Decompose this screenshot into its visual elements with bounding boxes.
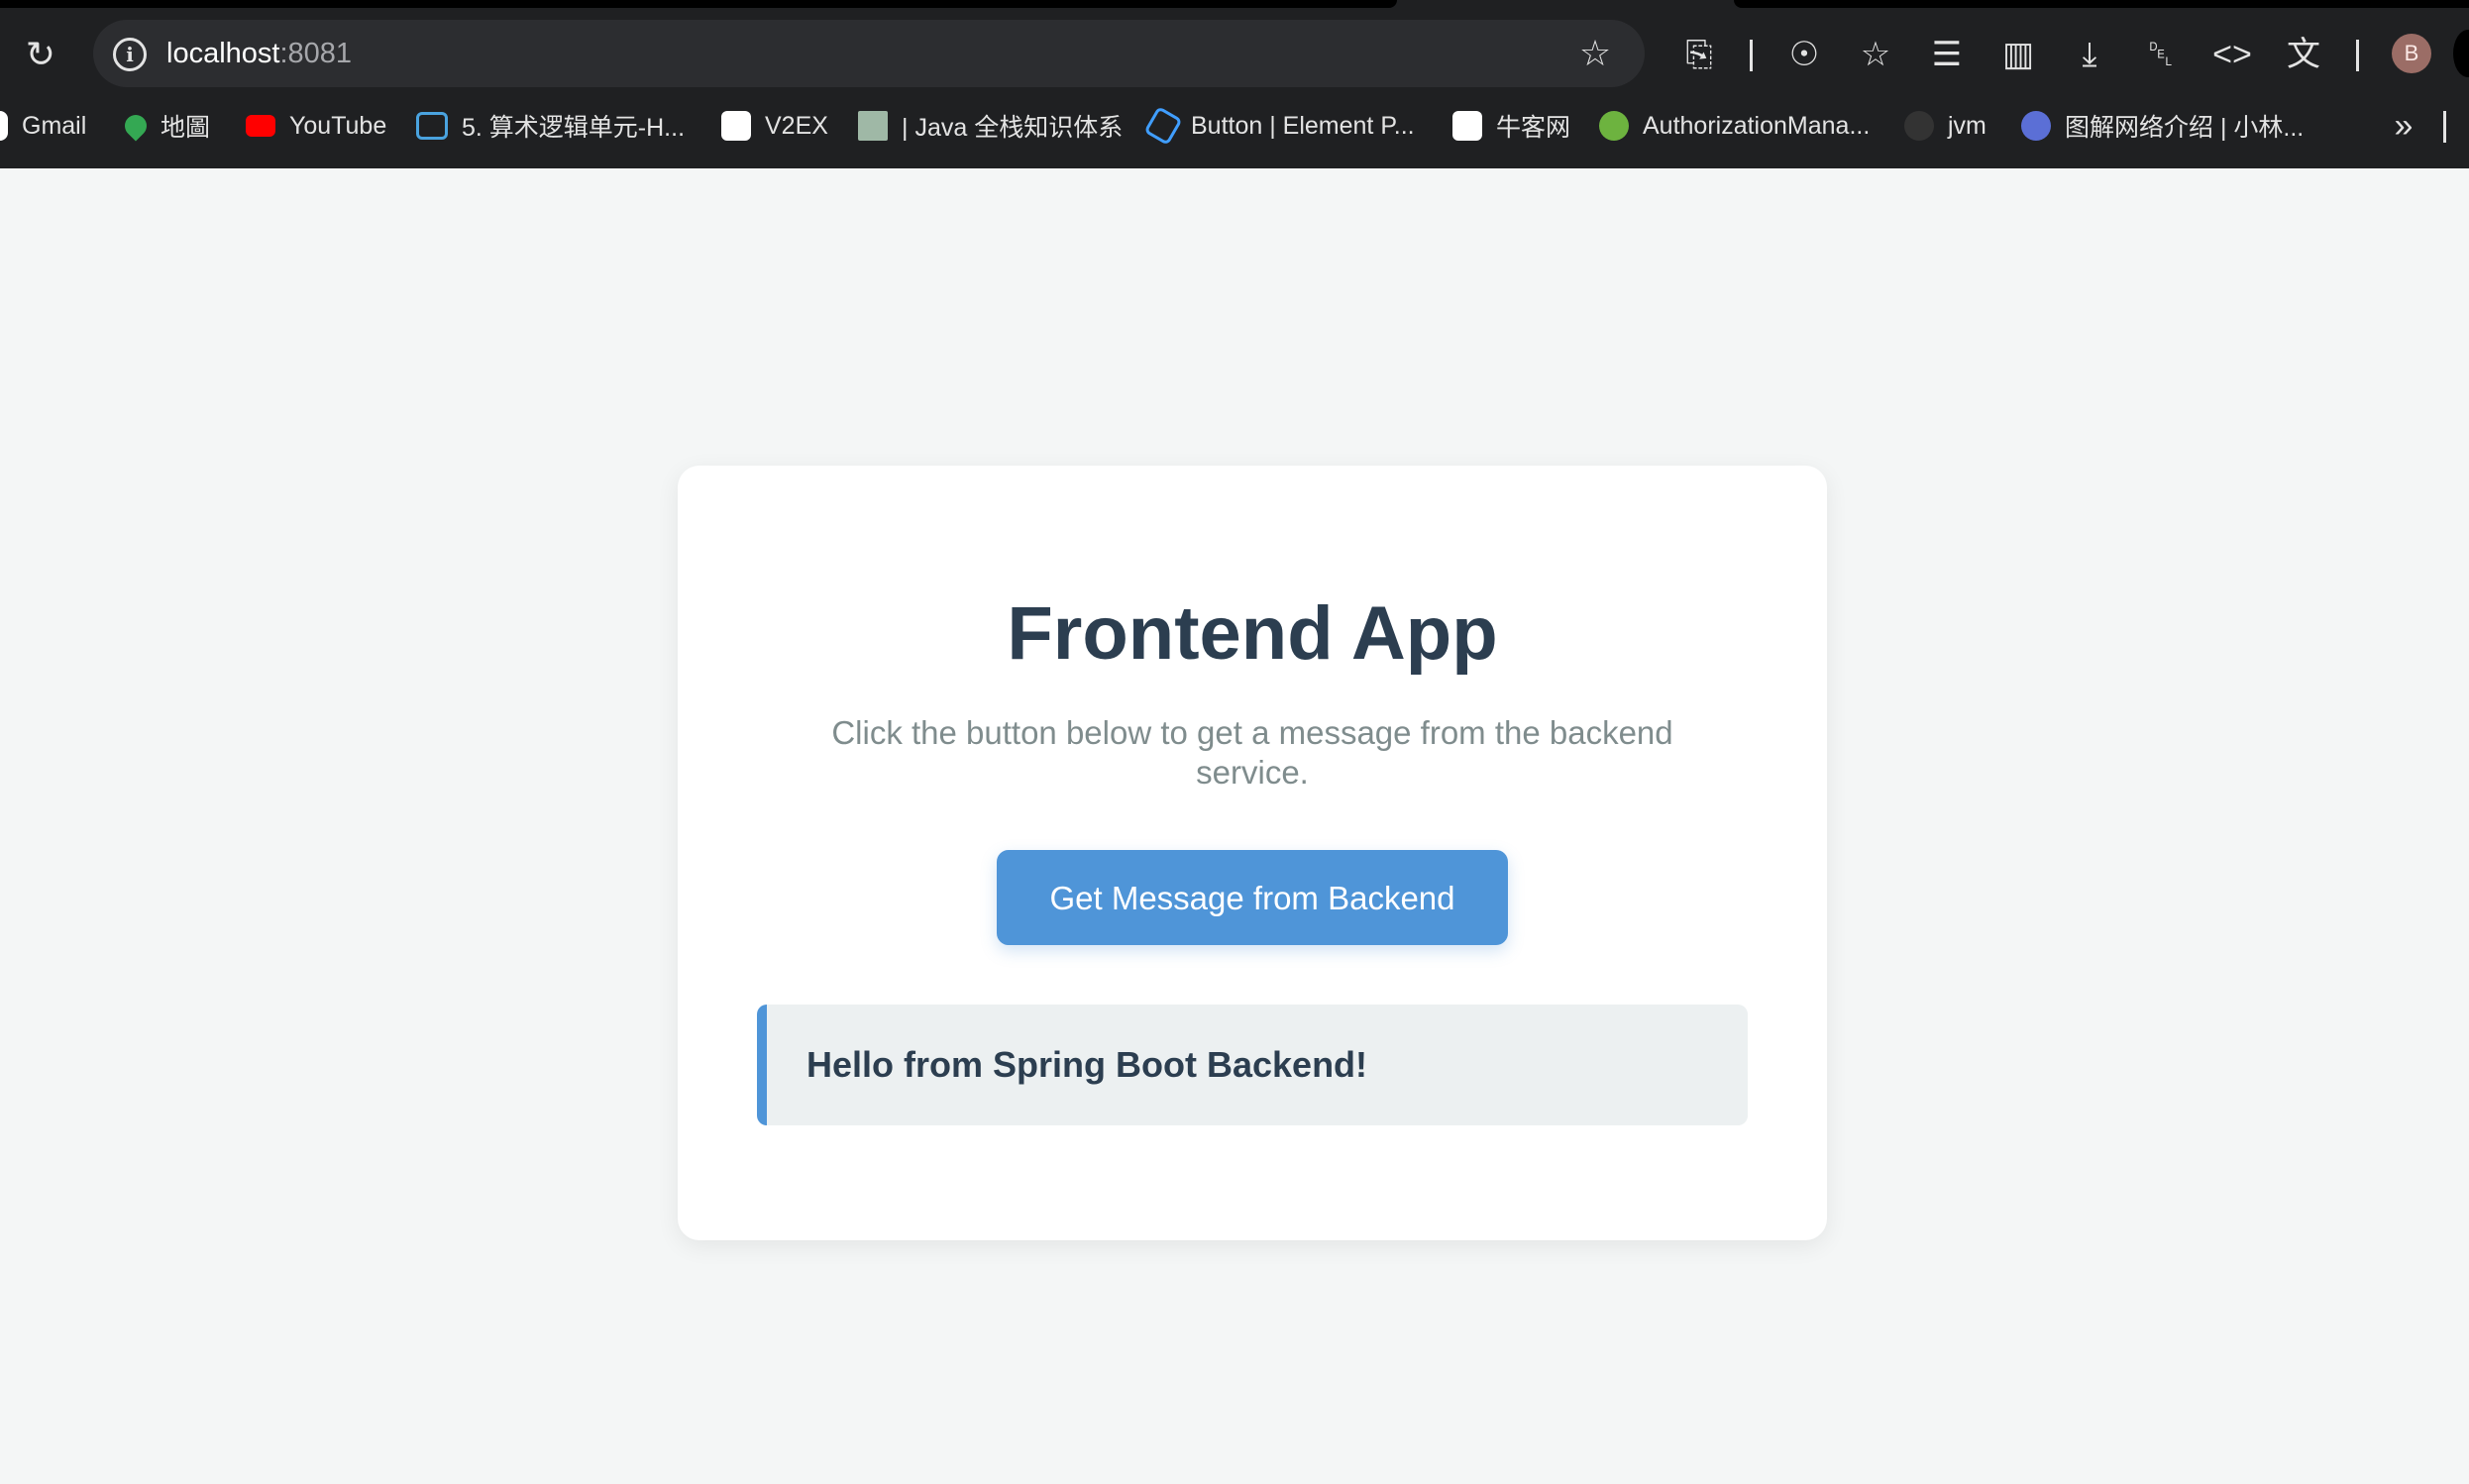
bookmark-label: V2EX — [765, 111, 828, 140]
message-box: Hello from Spring Boot Backend! — [757, 1005, 1748, 1125]
url-port: :8081 — [279, 38, 353, 69]
bookmark-bilibili[interactable]: 5. 算术逻辑单元-H... — [416, 103, 685, 149]
bookmarks-bar: Gmail 地圖 YouTube 5. 算术逻辑单元-H... V2EX | J… — [0, 103, 2469, 149]
bookmark-label: 牛客网 — [1496, 114, 1571, 142]
bookmark-label: 5. 算术逻辑单元-H... — [462, 114, 686, 142]
url-host: localhost — [166, 38, 280, 69]
java-site-icon — [858, 111, 888, 141]
page-title: Frontend App — [1007, 591, 1498, 676]
menu-edge — [2453, 30, 2469, 77]
get-message-button[interactable]: Get Message from Backend — [997, 850, 1508, 945]
toolbar-divider-2 — [2356, 40, 2359, 71]
toolbar-divider — [1750, 40, 1753, 71]
more-bookmarks-icon[interactable]: » — [2384, 103, 2423, 149]
github-icon — [1904, 111, 1934, 141]
bookmark-label: 图解网络介绍 | 小林... — [2065, 114, 2305, 142]
bookmark-jvm[interactable]: jvm — [1904, 103, 1986, 149]
bookmark-spring[interactable]: AuthorizationMana... — [1599, 103, 1870, 149]
bookmarks-divider — [2443, 111, 2446, 143]
spring-leaf-icon — [1599, 111, 1629, 141]
tab-strip — [0, 0, 1397, 8]
bookmark-label: 地圖 — [161, 114, 211, 142]
bilibili-icon — [416, 112, 448, 140]
reload-icon[interactable]: ↻ — [22, 36, 59, 73]
code-icon[interactable]: <> — [2209, 32, 2255, 77]
nowcoder-icon — [1452, 111, 1482, 141]
maps-pin-icon — [120, 110, 152, 142]
incognito-icon[interactable]: ☉ — [1781, 32, 1827, 77]
trash-icon[interactable]: ␡ — [2138, 32, 2184, 77]
v2ex-icon — [721, 111, 751, 141]
youtube-icon — [246, 115, 275, 137]
bookmark-label: Gmail — [22, 111, 87, 140]
bookmark-youtube[interactable]: YouTube — [246, 103, 386, 149]
xiaolin-icon — [2021, 111, 2051, 141]
element-icon — [1143, 106, 1183, 146]
download-icon[interactable]: ⤓ — [2067, 32, 2112, 77]
message-accent-bar — [757, 1005, 767, 1125]
app-card: Frontend App Click the button below to g… — [678, 466, 1827, 1240]
profile-avatar[interactable]: B — [2392, 34, 2431, 73]
bookmark-label: AuthorizationMana... — [1643, 111, 1871, 140]
favorites-icon[interactable]: ☆ — [1853, 32, 1898, 77]
bookmark-xiaolin[interactable]: 图解网络介绍 | 小林... — [2021, 103, 2304, 149]
bookmark-nowcoder[interactable]: 牛客网 — [1452, 103, 1570, 149]
google-icon — [0, 111, 8, 141]
page-subtitle: Click the button below to get a message … — [831, 714, 1673, 791]
address-bar[interactable]: i localhost:8081 ☆ — [93, 20, 1645, 87]
reader-mode-icon[interactable]: ▥ — [1995, 32, 2041, 77]
bookmark-label: Button | Element P... — [1191, 111, 1415, 140]
bookmark-label: | Java 全栈知识体系 — [902, 114, 1124, 142]
tab-strip-right — [1734, 0, 2469, 8]
bookmark-java[interactable]: | Java 全栈知识体系 — [858, 103, 1123, 149]
bookmark-v2ex[interactable]: V2EX — [721, 103, 828, 149]
message-text: Hello from Spring Boot Backend! — [806, 1044, 1368, 1085]
bookmark-star-icon[interactable]: ☆ — [1575, 34, 1615, 73]
browser-chrome: ↻ i localhost:8081 ☆ ⎘ ☉ ☆ ☰ ▥ ⤓ ␡ <> 文 … — [0, 0, 2469, 168]
bookmark-label: jvm — [1948, 111, 1986, 140]
url-text[interactable]: localhost:8081 — [166, 34, 352, 73]
reading-list-icon[interactable]: ☰ — [1924, 32, 1970, 77]
extensions-icon[interactable]: ⎘ — [1676, 32, 1722, 77]
bookmark-element[interactable]: Button | Element P... — [1143, 103, 1415, 149]
bookmark-maps[interactable]: 地圖 — [120, 103, 211, 149]
site-info-icon[interactable]: i — [113, 38, 147, 71]
browser-toolbar: ↻ i localhost:8081 ☆ ⎘ ☉ ☆ ☰ ▥ ⤓ ␡ <> 文 … — [0, 14, 2469, 93]
translate-icon[interactable]: 文 — [2281, 32, 2326, 77]
bookmark-label: YouTube — [289, 111, 387, 140]
bookmark-gmail[interactable]: Gmail — [0, 103, 86, 149]
